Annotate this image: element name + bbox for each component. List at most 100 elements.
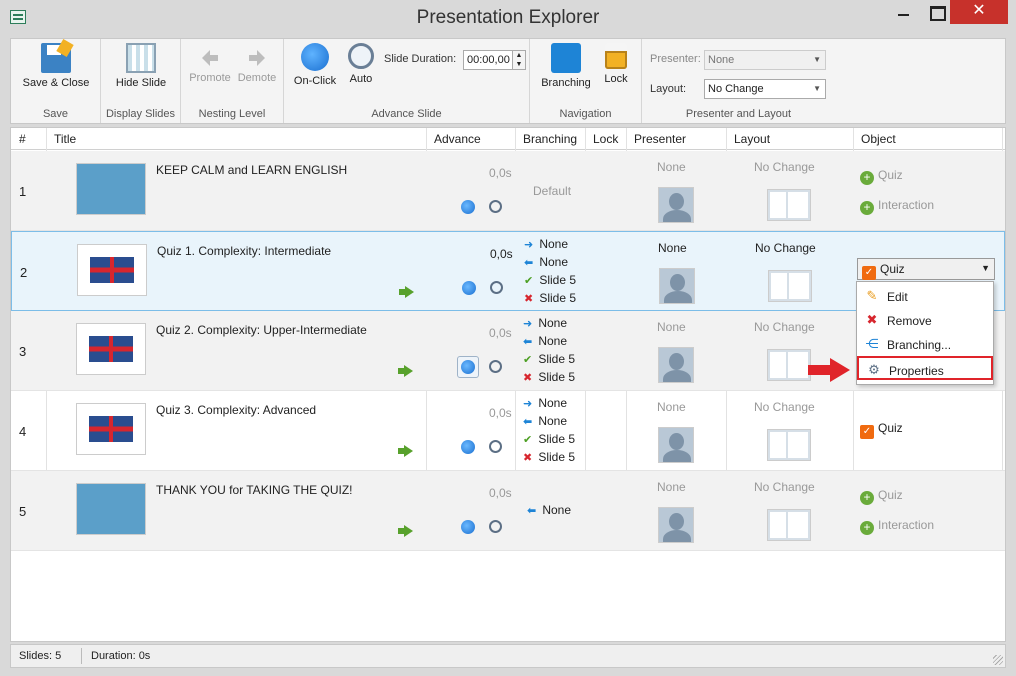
- presenter-select[interactable]: None ▼: [704, 50, 826, 70]
- col-header-title[interactable]: Title: [54, 132, 76, 146]
- group-presenter-layout: Presenter: None ▼ Layout: No Change ▼ Pres…: [642, 39, 835, 123]
- plus-icon: +: [860, 521, 874, 535]
- col-header-presenter[interactable]: Presenter: [634, 132, 686, 146]
- arrow-left-icon: ⬅: [524, 257, 534, 269]
- branching-item[interactable]: ➜ None: [523, 316, 567, 330]
- branching-item[interactable]: ✔ Slide 5: [523, 432, 575, 446]
- object-add-quiz[interactable]: + Quiz: [860, 488, 903, 505]
- pencil-icon: ✎: [866, 288, 878, 303]
- layout-select[interactable]: No Change ▼: [704, 79, 826, 99]
- object-quiz[interactable]: ✓ Quiz: [860, 421, 903, 439]
- layout-value[interactable]: No Change: [754, 400, 815, 414]
- slide-title: KEEP CALM and LEARN ENGLISH: [156, 163, 348, 177]
- branching-item[interactable]: ✔ Slide 5: [524, 273, 576, 287]
- slide-thumbnail[interactable]: [76, 483, 146, 535]
- close-button[interactable]: ✕: [950, 0, 1008, 24]
- slide-thumbnail[interactable]: [76, 403, 146, 455]
- on-click-icon[interactable]: [461, 200, 475, 214]
- branching-item[interactable]: ✖ Slide 5: [524, 291, 576, 305]
- slide-number: 2: [20, 265, 28, 280]
- demote-button[interactable]: Demote: [235, 43, 279, 84]
- presenter-value[interactable]: None: [657, 400, 686, 414]
- layout-icon: [767, 429, 811, 461]
- cross-icon: ✖: [523, 372, 533, 384]
- gear-icon: ⚙: [868, 362, 880, 377]
- hide-slide-button[interactable]: Hide Slide: [109, 43, 173, 89]
- presenter-value[interactable]: None: [658, 241, 687, 255]
- stopwatch-icon[interactable]: [489, 520, 502, 533]
- status-divider: [81, 648, 82, 664]
- object-add-quiz[interactable]: + Quiz: [860, 168, 903, 185]
- arrow-right-icon: ➜: [524, 239, 534, 251]
- col-header-object[interactable]: Object: [861, 132, 896, 146]
- on-click-button[interactable]: On-Click: [290, 43, 340, 87]
- menu-item-edit[interactable]: ✎ Edit: [857, 284, 993, 308]
- slide-duration-input[interactable]: 00:00,00: [463, 50, 513, 70]
- group-advance-slide: On-Click Auto Slide Duration: 00:00,00 ▲…: [284, 39, 530, 123]
- save-close-button[interactable]: Save & Close: [19, 43, 93, 89]
- lock-icon: [605, 43, 627, 69]
- branching-item[interactable]: ⬅ None: [523, 414, 567, 428]
- on-click-icon[interactable]: [462, 281, 476, 295]
- branching-item[interactable]: ➜ None: [523, 396, 567, 410]
- promote-button[interactable]: Promote: [187, 43, 233, 84]
- object-dropdown[interactable]: ✓ Quiz ▼: [857, 258, 995, 280]
- object-context-menu: ✎ Edit ✖ Remove ⋲ Branching... ⚙ Properties: [856, 281, 994, 385]
- resize-grip[interactable]: [993, 655, 1003, 665]
- branching-item[interactable]: ⬅ None: [524, 255, 568, 269]
- layout-value[interactable]: No Change: [754, 160, 815, 174]
- on-click-icon[interactable]: [461, 440, 475, 454]
- presenter-value[interactable]: None: [657, 160, 686, 174]
- slide-number: 4: [19, 424, 27, 439]
- auto-button[interactable]: Auto: [342, 43, 380, 85]
- layout-value[interactable]: No Change: [754, 480, 815, 494]
- col-header-lock[interactable]: Lock: [593, 132, 618, 146]
- presenter-avatar: [658, 187, 694, 223]
- object-add-interaction[interactable]: + Interaction: [860, 518, 934, 535]
- lock-button[interactable]: Lock: [598, 43, 634, 85]
- presenter-value[interactable]: None: [657, 480, 686, 494]
- col-header-num[interactable]: #: [19, 132, 26, 146]
- table-row[interactable]: 1 KEEP CALM and LEARN ENGLISH 0,0s Defau…: [11, 151, 1005, 231]
- slide-thumbnail[interactable]: [76, 323, 146, 375]
- plus-icon: +: [860, 201, 874, 215]
- stopwatch-icon[interactable]: [490, 281, 503, 294]
- window-title: Presentation Explorer: [416, 7, 600, 28]
- branching-item[interactable]: ✔ Slide 5: [523, 352, 575, 366]
- branching-item[interactable]: ✖ Slide 5: [523, 370, 575, 384]
- layout-value[interactable]: No Change: [755, 241, 816, 255]
- object-add-interaction[interactable]: + Interaction: [860, 198, 934, 215]
- presenter-value[interactable]: None: [657, 320, 686, 334]
- col-header-branching[interactable]: Branching: [523, 132, 577, 146]
- branching-item[interactable]: ➜ None: [524, 237, 568, 251]
- on-click-toggle[interactable]: [457, 356, 479, 378]
- duration-spinner[interactable]: ▲ ▼: [512, 50, 526, 70]
- status-bar: Slides: 5 Duration: 0s: [10, 644, 1006, 668]
- menu-item-properties[interactable]: ⚙ Properties: [857, 356, 993, 380]
- branching-item[interactable]: ✖ Slide 5: [523, 450, 575, 464]
- on-click-icon[interactable]: [461, 520, 475, 534]
- branching-item[interactable]: ⬅ None: [527, 503, 571, 517]
- arrow-left-icon: ⬅: [523, 416, 533, 428]
- branching-button[interactable]: Branching: [536, 43, 596, 89]
- menu-item-branching[interactable]: ⋲ Branching...: [857, 332, 993, 356]
- on-click-icon: [461, 360, 475, 374]
- menu-item-remove[interactable]: ✖ Remove: [857, 308, 993, 332]
- stopwatch-icon[interactable]: [489, 200, 502, 213]
- col-header-advance[interactable]: Advance: [434, 132, 481, 146]
- slide-thumbnail[interactable]: [77, 244, 147, 296]
- branching-item[interactable]: ⬅ None: [523, 334, 567, 348]
- quiz-icon: ✓: [860, 425, 874, 439]
- branching-default[interactable]: Default: [533, 184, 571, 198]
- col-header-layout[interactable]: Layout: [734, 132, 770, 146]
- stopwatch-icon[interactable]: [489, 440, 502, 453]
- slide-thumbnail[interactable]: [76, 163, 146, 215]
- table-row[interactable]: 5 THANK YOU for TAKING THE QUIZ! 0,0s ⬅ …: [11, 471, 1005, 551]
- group-nesting-level: Promote Demote Nesting Level: [181, 39, 284, 123]
- layout-value[interactable]: No Change: [754, 320, 815, 334]
- stopwatch-icon[interactable]: [489, 360, 502, 373]
- slide-title: Quiz 2. Complexity: Upper-Intermediate: [156, 323, 367, 337]
- table-row[interactable]: 4 Quiz 3. Complexity: Advanced 0,0s ➜ No…: [11, 391, 1005, 471]
- table-header: # Title Advance Branching Lock Presenter…: [11, 128, 1005, 150]
- hide-slide-icon: [126, 43, 156, 73]
